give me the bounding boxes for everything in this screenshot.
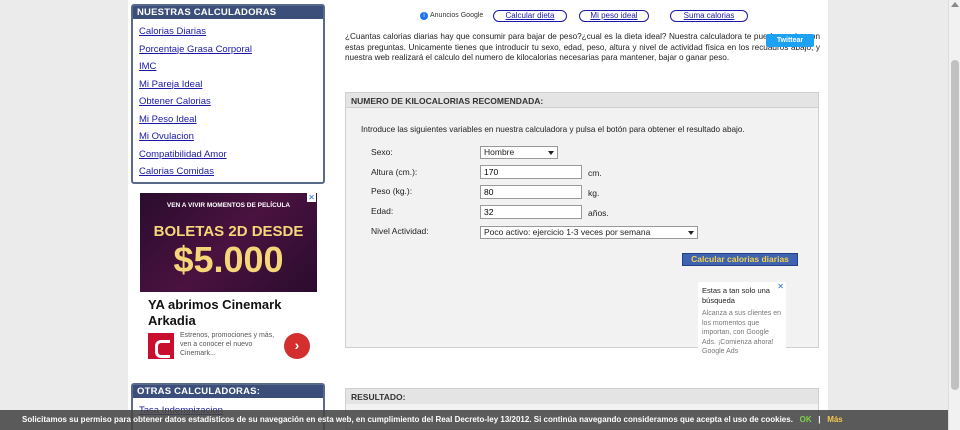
- ad-footer: Estrenos, promociones y más, ven a conoc…: [148, 331, 313, 363]
- ad-banner-image[interactable]: VEN A VIVIR MOMENTOS DE PELÍCULA BOLETAS…: [140, 193, 317, 292]
- ad-banner-price: $5.000: [173, 239, 284, 280]
- peso-unit: kg.: [588, 188, 600, 198]
- calculator-title: NUMERO DE KILOCALORIAS RECOMENDADA:: [346, 93, 818, 108]
- sidebar-item-obtener-calorias[interactable]: Obtener Calorias: [139, 93, 317, 111]
- ad-headline[interactable]: YA abrimos Cinemark Arkadia: [140, 292, 318, 329]
- calcular-button[interactable]: Calcular calorias diarias: [682, 253, 798, 266]
- cookie-ok-button[interactable]: OK: [800, 415, 812, 424]
- calculators-box: NUESTRAS CALCULADORAS Calorias Diarias P…: [131, 4, 325, 184]
- sidebar-item-compatibilidad-amor[interactable]: Compatibilidad Amor: [139, 146, 317, 164]
- scroll-up-icon[interactable]: [951, 2, 959, 7]
- intro-text: ¿Cuantas calorias diarias hay que consum…: [345, 32, 820, 63]
- peso-input[interactable]: [480, 185, 582, 199]
- sexo-value: Hombre: [484, 147, 515, 157]
- left-background: [0, 0, 128, 430]
- altura-label: Altura (cm.):: [371, 167, 418, 177]
- ad-banner-offer: BOLETAS 2D DESDE: [153, 223, 304, 240]
- ad-link-calcular-dieta[interactable]: Calcular dieta: [493, 10, 567, 22]
- cookie-more-link[interactable]: Más: [827, 415, 843, 424]
- altura-unit: cm.: [588, 168, 602, 178]
- cookie-text: Solicitamos su permiso para obtener dato…: [22, 415, 793, 424]
- sexo-select[interactable]: Hombre: [480, 146, 558, 159]
- cinemark-ad[interactable]: VEN A VIVIR MOMENTOS DE PELÍCULA BOLETAS…: [140, 193, 318, 371]
- right-background: [828, 0, 948, 430]
- twitter-button[interactable]: Twittear: [766, 34, 814, 47]
- altura-input[interactable]: [480, 165, 582, 179]
- scroll-thumb[interactable]: [951, 60, 959, 390]
- scrollbar[interactable]: [948, 0, 960, 430]
- calculator-instructions: Introduce las siguientes variables en nu…: [361, 125, 745, 134]
- sidebar-item-ovulacion[interactable]: Mi Ovulacion: [139, 128, 317, 146]
- ad-link-peso-ideal[interactable]: Mi peso ideal: [579, 10, 649, 22]
- ads-label: i Anuncios Google: [420, 12, 483, 20]
- edad-unit: años.: [588, 208, 609, 218]
- sidebar-item-calorias-diarias[interactable]: Calorias Diarias: [139, 23, 317, 41]
- edad-input[interactable]: [480, 205, 582, 219]
- google-ads-headline: Estas a tan solo una búsqueda: [702, 286, 770, 305]
- sidebar-item-imc[interactable]: IMC: [139, 58, 317, 76]
- page: NUESTRAS CALCULADORAS Calorias Diarias P…: [0, 0, 960, 430]
- sexo-label: Sexo:: [371, 147, 393, 157]
- ad-close-icon[interactable]: ✕: [307, 193, 316, 202]
- sidebar-item-grasa-corporal[interactable]: Porcentaje Grasa Corporal: [139, 41, 317, 59]
- cinemark-logo-icon: [148, 333, 174, 359]
- ad-go-arrow-icon[interactable]: ›: [284, 333, 310, 359]
- ad-info-icon[interactable]: i: [420, 12, 428, 20]
- google-ads-promo[interactable]: ✕ Estas a tan solo una búsqueda Alcanza …: [698, 282, 786, 367]
- calculators-list: Calorias Diarias Porcentaje Grasa Corpor…: [133, 19, 323, 185]
- edad-label: Edad:: [371, 206, 394, 216]
- result-title: RESULTADO:: [346, 389, 818, 404]
- ads-label-text: Anuncios Google: [430, 12, 484, 19]
- peso-label: Peso (kg.):: [371, 186, 413, 196]
- sidebar-item-peso-ideal[interactable]: Mi Peso Ideal: [139, 111, 317, 129]
- chevron-down-icon: [688, 231, 694, 235]
- ad-banner-tagline: VEN A VIVIR MOMENTOS DE PELÍCULA: [166, 202, 291, 209]
- cookie-separator: |: [818, 415, 821, 424]
- actividad-label: Nivel Actividad:: [371, 226, 429, 236]
- actividad-value: Poco activo: ejercicio 1-3 veces por sem…: [484, 227, 651, 237]
- ad-link-suma-calorias[interactable]: Suma calorias: [670, 10, 748, 22]
- cookie-bar: Solicitamos su permiso para obtener dato…: [0, 410, 948, 430]
- calculators-title: NUESTRAS CALCULADORAS: [133, 6, 323, 19]
- actividad-select[interactable]: Poco activo: ejercicio 1-3 veces por sem…: [480, 226, 698, 239]
- ad-description: Estrenos, promociones y más, ven a conoc…: [180, 332, 275, 357]
- sidebar-item-pareja-ideal[interactable]: Mi Pareja Ideal: [139, 76, 317, 94]
- twitter-label: Twittear: [776, 37, 804, 44]
- other-calculators-title: OTRAS CALCULADORAS:: [133, 385, 323, 398]
- google-ads-body: Alcanza a sus clientes en los momentos q…: [702, 310, 781, 355]
- chevron-down-icon: [548, 151, 554, 155]
- sidebar-item-calorias-comidas[interactable]: Calorias Comidas: [139, 163, 317, 181]
